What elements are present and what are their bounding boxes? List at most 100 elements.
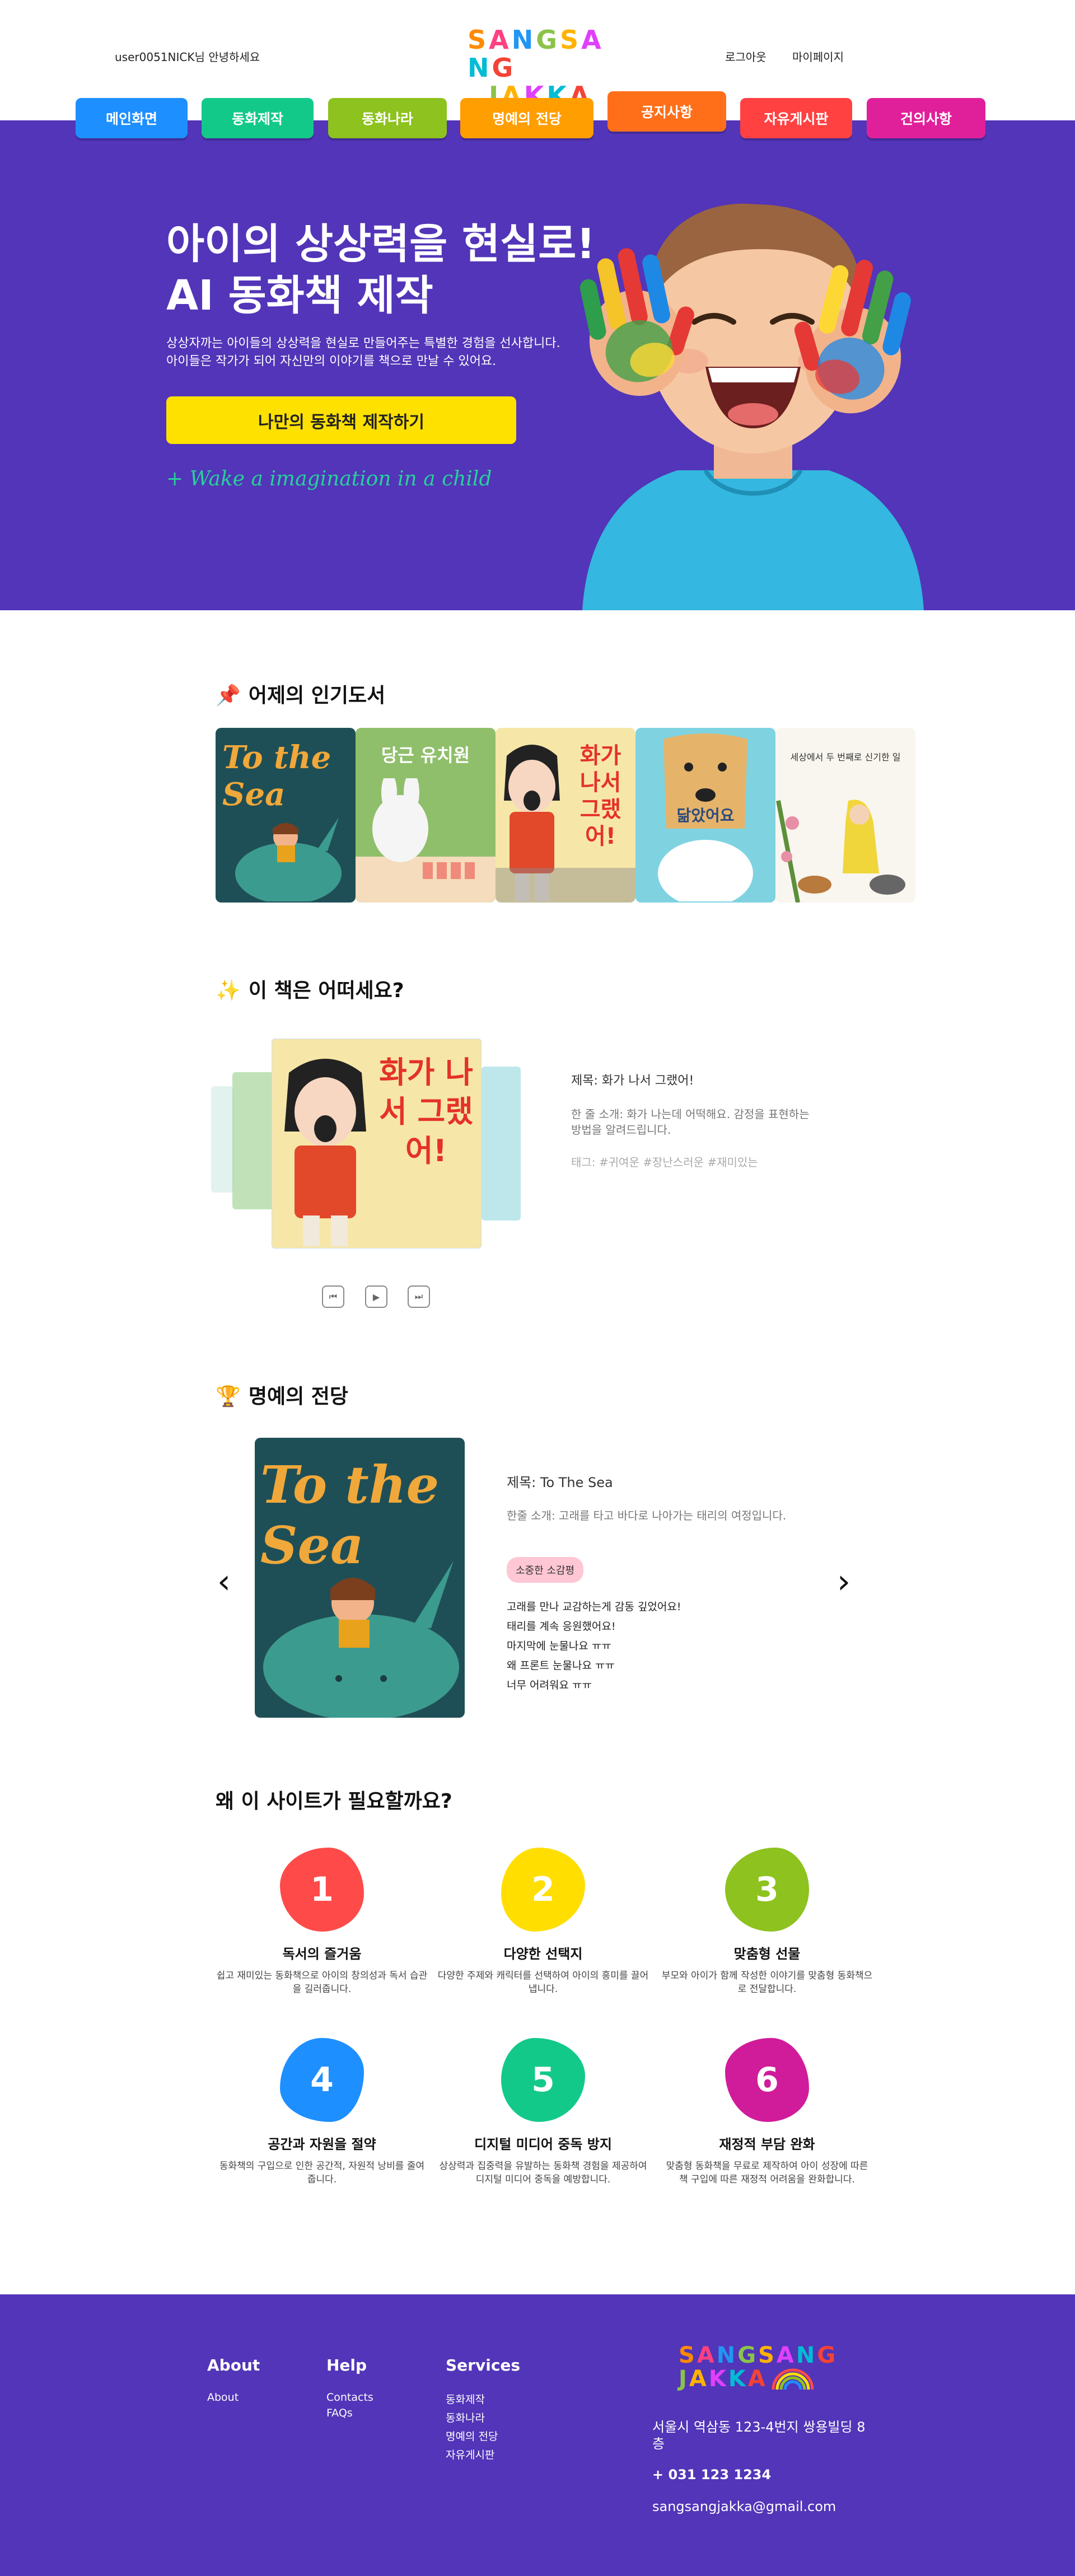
logout-link[interactable]: 로그아웃	[725, 50, 766, 64]
number-badge: 6	[725, 2038, 809, 2122]
mypage-link[interactable]: 마이페이지	[792, 50, 844, 64]
floor-shadow	[496, 868, 635, 903]
logo-letter: G	[536, 25, 560, 55]
create-book-cta-button[interactable]: 나만의 동화책 제작하기	[166, 396, 516, 444]
logo-letter: J	[679, 2366, 689, 2392]
play-button[interactable]: ▶	[365, 1285, 387, 1308]
logo-letter: N	[468, 53, 492, 83]
hall-book-cover[interactable]: To the Sea	[255, 1438, 465, 1718]
hall-book-title: 제목: To The Sea	[507, 1475, 613, 1490]
number-badge: 3	[725, 1848, 809, 1932]
angry-girl-illustration	[284, 1059, 366, 1246]
footer-logo[interactable]: SANGSANG JAKKA	[679, 2344, 838, 2391]
logo-letter: S	[758, 2343, 777, 2368]
carousel-card-right[interactable]	[482, 1067, 521, 1221]
previous-button[interactable]: ⏮	[322, 1285, 344, 1308]
rainbow-icon	[772, 2368, 814, 2390]
hall-info: 제목: To The Sea 한줄 소개: 고래를 타고 바다로 나아가는 태리…	[507, 1471, 817, 1695]
nav-notice[interactable]: 공지사항	[607, 91, 726, 132]
logo-letter: G	[817, 2343, 838, 2368]
hall-next-arrow[interactable]: ›	[837, 1562, 850, 1601]
logo-letter: A	[697, 2343, 717, 2368]
review-item: 마지막에 눈물나요 ㅠㅠ	[507, 1640, 611, 1652]
hall-book-summary: 한줄 소개: 고래를 타고 바다로 나아가는 태리의 여정입니다.	[507, 1509, 787, 1522]
nav-suggestions[interactable]: 건의사항	[867, 98, 985, 138]
user-greeting: user0051NICK님 안녕하세요	[115, 50, 260, 64]
nav-hall-of-fame[interactable]: 명예의 전당	[460, 98, 593, 138]
popular-section-title: 📌 어제의 인기도서	[216, 679, 385, 708]
footer-link-faqs[interactable]: FAQs	[326, 2407, 373, 2419]
site-logo[interactable]: SANGSANG JAKKA	[468, 26, 607, 110]
pin-icon: 📌	[216, 684, 241, 707]
reason-desc: 쉽고 재미있는 동화책으로 아이의 창의성과 독서 습관을 길러줍니다.	[216, 1970, 428, 1995]
footer-services-title: Services	[446, 2356, 521, 2374]
logo-letter: A	[489, 25, 512, 55]
popular-book-1[interactable]: To the Sea	[216, 728, 356, 903]
hero-title-line-2: AI 동화책 제작	[166, 272, 433, 320]
footer-link-create[interactable]: 동화제작	[446, 2391, 520, 2406]
footer-link-free-board[interactable]: 자유게시판	[446, 2447, 520, 2462]
carrot-kindergarten-illustration	[356, 778, 496, 903]
nav-home[interactable]: 메인화면	[76, 98, 188, 138]
popular-book-5[interactable]: 세상에서 두 번째로 신기한 일	[775, 728, 915, 903]
reason-title: 공간과 자원을 절약	[268, 2136, 376, 2152]
hero-description: 상상자까는 아이들의 상상력을 현실로 만들어주는 특별한 경험을 선사합니다.…	[166, 335, 560, 371]
review-item: 너무 어려워요 ㅠㅠ	[507, 1679, 592, 1691]
account-links: 로그아웃 마이페이지	[725, 48, 866, 64]
reason-title: 디지털 미디어 중독 방지	[474, 2136, 612, 2152]
logo-letter: S	[560, 25, 582, 55]
nav-create[interactable]: 동화제작	[202, 98, 314, 138]
footer-email[interactable]: sangsangjakka@gmail.com	[652, 2499, 836, 2514]
footer-about: About About	[207, 2356, 260, 2411]
footer-link-about[interactable]: About	[207, 2391, 260, 2404]
hall-section-title: 🏆 명예의 전당	[216, 1380, 348, 1409]
logo-letter: G	[492, 53, 516, 83]
nav-free-board[interactable]: 자유게시판	[740, 98, 852, 138]
reason-title: 다양한 선택지	[503, 1946, 583, 1962]
logo-letter: S	[468, 25, 489, 55]
carousel-card-far-left[interactable]	[211, 1086, 233, 1193]
logo-line-1: SANGSANG	[468, 26, 607, 82]
trophy-icon: 🏆	[216, 1385, 241, 1408]
whale-illustration	[263, 1561, 459, 1718]
recommend-book-title: 제목: 화가 나서 그랬어!	[571, 1074, 694, 1088]
footer-phone: + 031 123 1234	[652, 2467, 772, 2483]
logo-letter: S	[679, 2343, 697, 2368]
logo-letter: N	[716, 2343, 738, 2368]
book-cover-title: To the Sea	[222, 739, 331, 813]
footer-address: 서울시 역삼동 123-4번지 쌍용빌딩 8층	[652, 2419, 866, 2452]
site-footer: About About Help Contacts FAQs Services …	[0, 2294, 1075, 2576]
number-badge: 1	[280, 1848, 364, 1932]
raincoat-child-illustration	[776, 800, 905, 903]
footer-link-storyland[interactable]: 동화나라	[446, 2410, 520, 2425]
nav-storyland[interactable]: 동화나라	[328, 98, 447, 138]
footer-link-hall-of-fame[interactable]: 명예의 전당	[446, 2428, 520, 2443]
recommend-info: 제목: 화가 나서 그랬어! 한 줄 소개: 화가 나는데 어떡해요. 감정을 …	[571, 1070, 823, 1170]
logo-letter: K	[708, 2366, 728, 2392]
book-cover-title: 닮았어요	[676, 806, 735, 825]
popular-book-3[interactable]: 화가 나서 그랬어!	[496, 728, 635, 903]
why-section-title: 왜 이 사이트가 필요할까요?	[216, 1790, 452, 1813]
footer-help: Help Contacts FAQs	[326, 2356, 373, 2427]
footer-link-contacts[interactable]: Contacts	[326, 2391, 373, 2404]
popular-title-text: 어제의 인기도서	[248, 684, 386, 707]
logo-letter: A	[689, 2366, 709, 2392]
carousel-current-book[interactable]: 화가 나서 그랬어!	[272, 1039, 482, 1249]
review-item: 고래를 만나 교감하는게 감동 깊었어요!	[507, 1601, 681, 1613]
logo-letter: G	[737, 2343, 759, 2368]
review-item: 왜 프론트 눈물나요 ㅠㅠ	[507, 1659, 615, 1672]
popular-book-2[interactable]: 당근 유치원	[356, 728, 496, 903]
footer-logo-line-2: JAKKA	[679, 2367, 768, 2391]
review-item: 태리를 계속 응원했어요!	[507, 1620, 616, 1633]
hall-title-text: 명예의 전당	[248, 1385, 348, 1408]
review-badge: 소중한 소감평	[507, 1557, 584, 1583]
reason-4: 4 공간과 자원을 절약 동화책의 구입으로 인한 공간적, 자원적 낭비를 줄…	[216, 2038, 428, 2186]
reason-title: 맞춤형 선물	[733, 1946, 801, 1962]
popular-book-4[interactable]: 닮았어요	[635, 728, 775, 903]
next-button[interactable]: ⏭	[408, 1285, 430, 1308]
hero-slogan: + Wake a imagination in a child	[166, 467, 492, 490]
footer-about-title: About	[207, 2356, 260, 2374]
review-list: 고래를 만나 교감하는게 감동 깊었어요! 태리를 계속 응원했어요! 마지막에…	[507, 1597, 817, 1695]
carousel-card-left[interactable]	[232, 1072, 274, 1209]
hall-prev-arrow[interactable]: ‹	[217, 1562, 231, 1601]
